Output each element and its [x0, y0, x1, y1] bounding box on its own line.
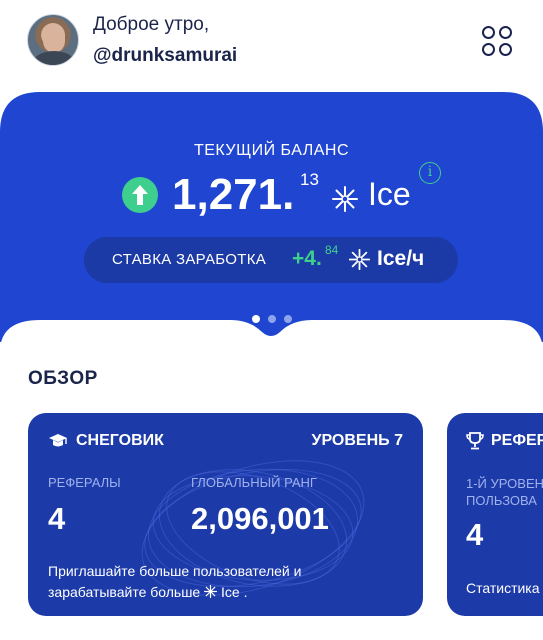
- global-rank-value: 2,096,001: [191, 501, 329, 536]
- balance-fraction: 13: [300, 170, 319, 189]
- balance-integer: 1,271.: [172, 170, 295, 219]
- info-icon[interactable]: i: [419, 162, 441, 184]
- first-level-label: 1-Й УРОВЕН ПОЛЬЗОВА: [466, 475, 543, 509]
- referrals-value: 4: [48, 501, 66, 536]
- avatar-face: [43, 24, 65, 52]
- card-title: РЕФЕР: [491, 432, 543, 449]
- avatar-body: [33, 51, 75, 65]
- graduation-cap-icon: [49, 434, 67, 447]
- header: Доброе утро, @drunksamurai: [0, 0, 543, 92]
- global-rank-label: ГЛОБАЛЬНЫЙ РАНГ: [191, 475, 317, 490]
- greeting-text: Доброе утро,: [93, 14, 210, 35]
- balance-row: 1,271. 13 Ice: [122, 170, 452, 222]
- page-indicator[interactable]: [0, 315, 543, 323]
- rate-fraction: 84: [325, 243, 339, 257]
- ice-star-icon: [332, 186, 358, 212]
- balance-label: ТЕКУЩИЙ БАЛАНС: [193, 142, 349, 159]
- rate-unit: Ice/ч: [377, 247, 425, 270]
- menu-button[interactable]: [478, 22, 518, 62]
- rate-integer: +4.: [292, 247, 322, 270]
- invite-hint-unit: Ice .: [221, 584, 248, 600]
- grid-dot-icon: [499, 26, 512, 39]
- invite-hint-line2: зарабатывайте больше: [48, 584, 201, 600]
- overview-title: ОБЗОР: [28, 368, 98, 389]
- referrals-card[interactable]: РЕФЕР 1-Й УРОВЕН ПОЛЬЗОВА 4 Статистика: [447, 413, 543, 616]
- page-dot[interactable]: [283, 315, 292, 323]
- card-title: СНЕГОВИК: [76, 432, 164, 449]
- level-label: УРОВЕНЬ 7: [311, 432, 403, 449]
- snowman-level-card[interactable]: СНЕГОВИК УРОВЕНЬ 7 РЕФЕРАЛЫ 4 ГЛОБАЛЬНЫЙ…: [28, 413, 423, 616]
- grid-dot-icon: [482, 26, 495, 39]
- first-level-label-line2: ПОЛЬЗОВА: [466, 493, 537, 508]
- user-avatar[interactable]: [27, 14, 79, 66]
- username: @drunksamurai: [93, 45, 238, 66]
- balance-unit: Ice: [368, 176, 411, 212]
- invite-hint-text: Приглашайте больше пользователей и зараб…: [48, 561, 408, 603]
- rate-label: СТАВКА ЗАРАБОТКА: [112, 251, 267, 268]
- balance-card: ТЕКУЩИЙ БАЛАНС 1,271. 13 Ice i СТАВКА ЗА…: [0, 92, 543, 342]
- arrow-up-icon: [122, 177, 158, 213]
- grid-dot-icon: [499, 43, 512, 56]
- invite-hint-line1: Приглашайте больше пользователей и: [48, 563, 302, 579]
- grid-dot-icon: [482, 43, 495, 56]
- first-level-value: 4: [466, 517, 484, 552]
- referrals-label: РЕФЕРАЛЫ: [48, 475, 121, 490]
- page-dot[interactable]: [251, 315, 260, 323]
- page-dot[interactable]: [267, 315, 276, 323]
- ice-star-icon: [349, 249, 370, 270]
- first-level-label-line1: 1-Й УРОВЕН: [466, 476, 543, 491]
- trophy-icon: [466, 432, 484, 450]
- statistics-link[interactable]: Статистика: [466, 580, 540, 596]
- ice-star-icon: [204, 585, 218, 598]
- earning-rate-pill: СТАВКА ЗАРАБОТКА +4. 84 Ice/ч: [84, 237, 458, 283]
